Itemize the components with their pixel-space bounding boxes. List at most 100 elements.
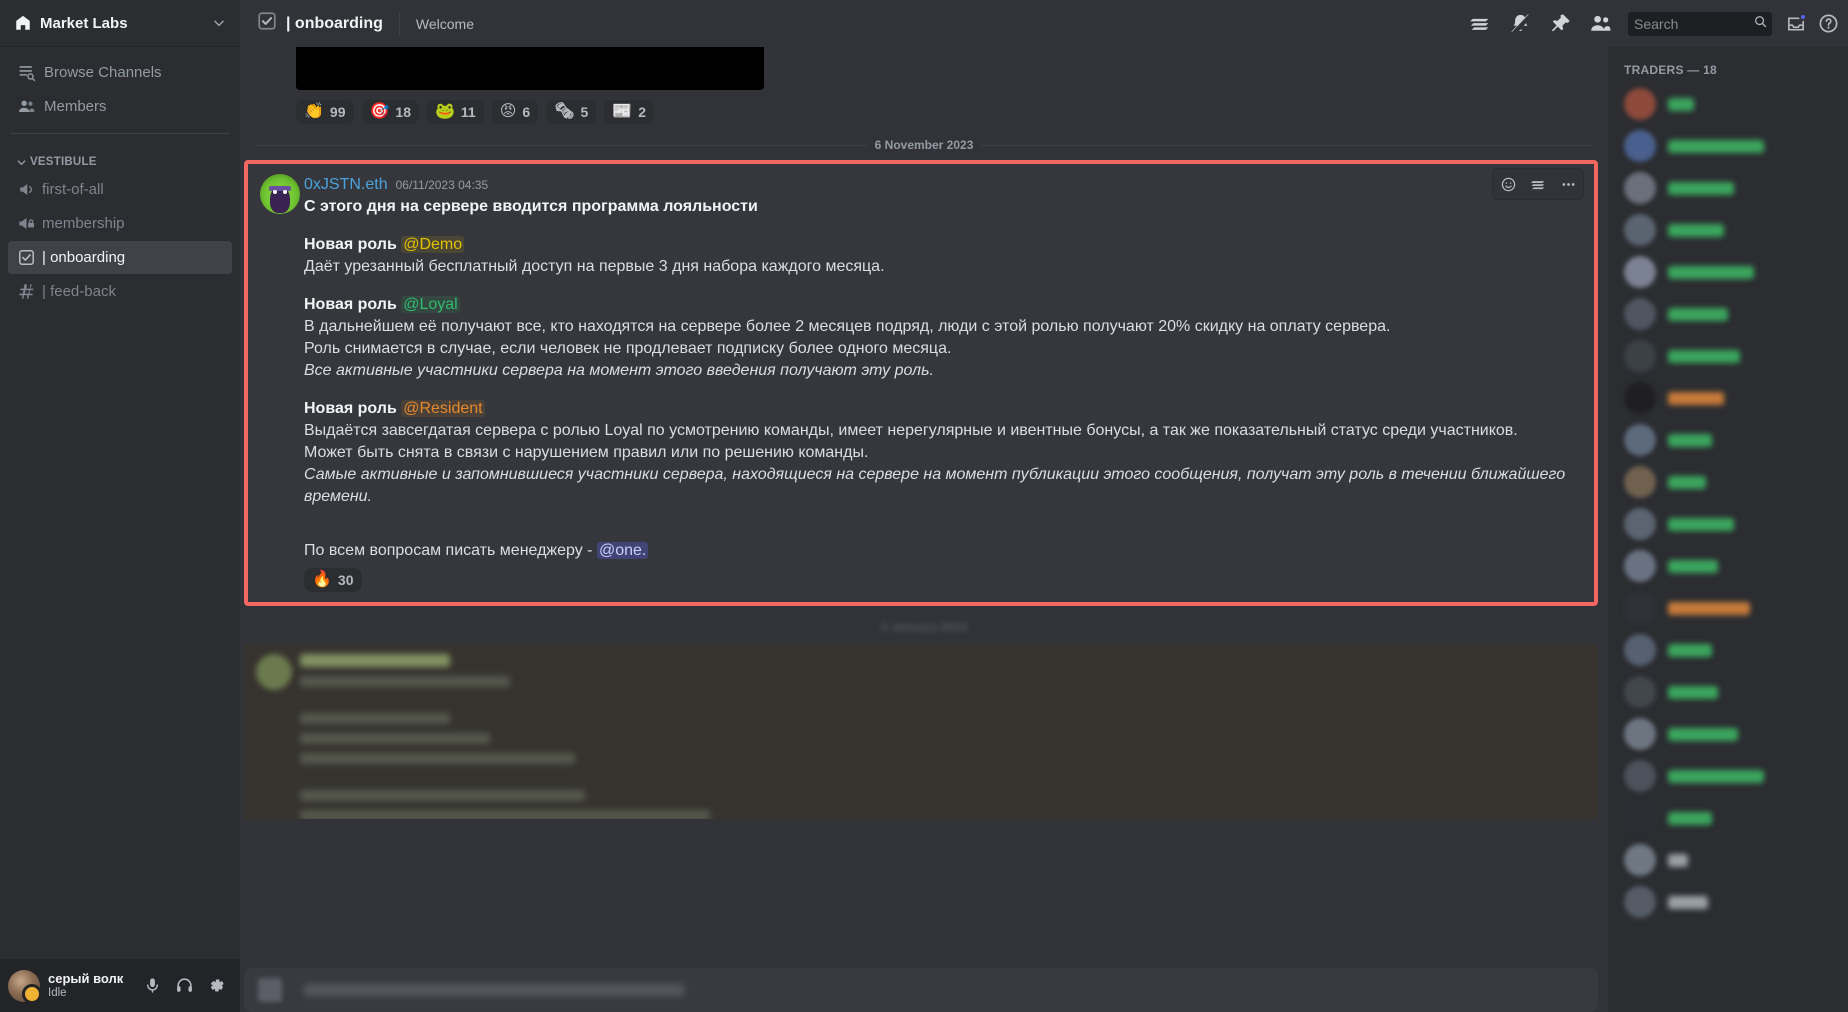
more-options-button[interactable] (1555, 171, 1581, 197)
member-row[interactable] (1616, 545, 1840, 587)
member-row[interactable] (1616, 209, 1840, 251)
reaction-chip[interactable]: 🔥 30 (304, 568, 362, 592)
role-prefix: Новая роль (304, 296, 402, 313)
search-icon (1753, 14, 1768, 34)
avatar (1624, 130, 1656, 162)
category-vestibule[interactable]: VESTIBULE (8, 140, 232, 172)
reaction-chip[interactable]: 😡 6 (491, 100, 539, 124)
reaction-chip[interactable]: 🎯 18 (361, 100, 419, 124)
avatar (1624, 256, 1656, 288)
member-row[interactable] (1616, 419, 1840, 461)
message-composer[interactable] (244, 968, 1598, 1012)
blurred-text (300, 676, 510, 687)
notification-muted-icon[interactable] (1508, 12, 1532, 36)
search-box[interactable] (1628, 11, 1772, 36)
reaction-chip[interactable]: 🗞 5 (546, 100, 597, 124)
reaction-emoji: 🐸 (435, 103, 455, 120)
member-row[interactable] (1616, 797, 1840, 839)
message-header: 0xJSTN.eth 06/11/2023 04:35 (304, 174, 1578, 196)
user-panel: серый волк Idle (0, 959, 240, 1012)
role-mention-resident[interactable]: @Resident (401, 400, 485, 417)
help-icon[interactable] (1816, 12, 1840, 36)
emoji-smile-icon (1501, 177, 1515, 191)
reaction-count: 18 (395, 104, 411, 120)
member-row[interactable] (1616, 167, 1840, 209)
server-header[interactable]: Market Labs (0, 0, 240, 47)
search-input[interactable] (1634, 15, 1753, 32)
member-row[interactable] (1616, 881, 1840, 923)
message: 0xJSTN.eth 06/11/2023 04:35 С этого дня … (248, 164, 1594, 602)
role-line: Выдаётся завсегдатая сервера с ролью Loy… (304, 422, 1518, 439)
member-row[interactable] (1616, 125, 1840, 167)
create-thread-button[interactable] (1525, 171, 1551, 197)
avatar (256, 654, 292, 690)
sidebar-item-browse-channels[interactable]: Browse Channels (8, 56, 232, 89)
avatar (1624, 676, 1656, 708)
member-row[interactable] (1616, 755, 1840, 797)
attach-button[interactable] (258, 978, 282, 1002)
member-name (1668, 97, 1694, 111)
reaction-chip[interactable]: 📰 2 (604, 100, 655, 124)
reaction-emoji: 📰 (612, 103, 633, 120)
member-row[interactable] (1616, 629, 1840, 671)
member-row[interactable] (1616, 335, 1840, 377)
member-row[interactable] (1616, 461, 1840, 503)
threads-icon[interactable] (1468, 12, 1492, 36)
mute-button[interactable] (136, 970, 168, 1002)
add-reaction-button[interactable] (1495, 171, 1521, 197)
member-row[interactable] (1616, 251, 1840, 293)
sidebar-item-feed-back[interactable]: | feed-back (8, 275, 232, 308)
member-row[interactable] (1616, 377, 1840, 419)
chevron-down-icon[interactable] (212, 16, 226, 30)
inbox-icon[interactable] (1784, 12, 1808, 36)
role-prefix: Новая роль (304, 236, 402, 253)
footer-prefix: По всем вопросам писать менеджеру - (304, 542, 597, 559)
message-actions-toolbar (1492, 168, 1584, 200)
sidebar-item-membership[interactable]: membership (8, 207, 232, 240)
role-mention-demo[interactable]: @Demo (401, 236, 465, 253)
pin-icon[interactable] (1548, 12, 1572, 36)
spacer-line (304, 508, 1578, 524)
avatar (1624, 886, 1656, 918)
member-row[interactable] (1616, 503, 1840, 545)
avatar (1624, 298, 1656, 330)
top-bar-icons (1468, 12, 1612, 36)
member-name (1668, 265, 1754, 279)
chevron-down-icon (17, 159, 26, 165)
user-identity[interactable]: серый волк Idle (48, 971, 136, 1000)
member-row[interactable] (1616, 587, 1840, 629)
mention-one[interactable]: @one. (596, 542, 649, 559)
member-name (1668, 853, 1688, 867)
sidebar-item-members[interactable]: Members (8, 90, 232, 123)
avatar[interactable] (260, 174, 300, 214)
deafen-button[interactable] (168, 970, 200, 1002)
member-row[interactable] (1616, 839, 1840, 881)
reaction-emoji: 😡 (499, 103, 517, 120)
member-row[interactable] (1616, 671, 1840, 713)
reaction-chip[interactable]: 👏 99 (296, 100, 354, 124)
role-heading-loyal: Новая роль @Loyal (304, 294, 1578, 316)
attachment-image[interactable] (296, 47, 764, 90)
sidebar-item-onboarding[interactable]: | onboarding (8, 241, 232, 274)
user-settings-button[interactable] (200, 970, 232, 1002)
members-icon[interactable] (1588, 12, 1612, 36)
blurred-message[interactable] (244, 644, 1598, 819)
avatar[interactable] (8, 969, 42, 1004)
role-mention-loyal[interactable]: @Loyal (401, 296, 460, 313)
top-bar: | onboarding Welcome (240, 0, 1848, 47)
user-status: Idle (48, 987, 67, 999)
sidebar-item-first-of-all[interactable]: first-of-all (8, 173, 232, 206)
message-author[interactable]: 0xJSTN.eth (304, 174, 388, 196)
role-line: Может быть снята в связи с нарушением пр… (304, 444, 869, 461)
member-row[interactable] (1616, 83, 1840, 125)
member-row[interactable] (1616, 293, 1840, 335)
avatar (1624, 88, 1656, 120)
member-name (1668, 223, 1724, 237)
member-name (1668, 769, 1764, 783)
member-row[interactable] (1616, 713, 1840, 755)
spacer-line (304, 524, 1578, 540)
reaction-chip[interactable]: 🐸 11 (427, 100, 484, 124)
reaction-count: 2 (638, 104, 647, 120)
member-name (1668, 601, 1750, 615)
reaction-count: 6 (522, 104, 531, 120)
